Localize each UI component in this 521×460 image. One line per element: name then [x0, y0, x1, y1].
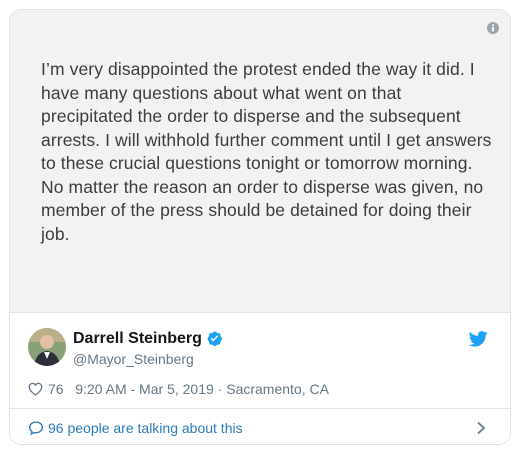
speech-bubble-icon — [28, 421, 44, 436]
avatar[interactable] — [28, 328, 66, 366]
like-count[interactable]: 76 — [48, 381, 64, 397]
tweet-text: I’m very disappointed the protest ended … — [41, 59, 492, 244]
verified-badge-icon — [207, 331, 222, 347]
tweet-card[interactable]: I’m very disappointed the protest ended … — [9, 9, 511, 445]
tweet-meta: 76 9:20 AM - Mar 5, 2019 · Sacramento, C… — [28, 381, 329, 397]
talking-count-link[interactable]: 96 people are talking about this — [48, 420, 243, 436]
chevron-right-icon[interactable] — [476, 421, 486, 435]
heart-icon[interactable] — [28, 382, 43, 396]
author-name[interactable]: Darrell Steinberg — [73, 330, 202, 348]
meta-separator: · — [213, 381, 227, 397]
twitter-bird-icon[interactable] — [469, 331, 488, 347]
conversation-link[interactable]: 96 people are talking about this — [10, 409, 510, 444]
timestamp[interactable]: 9:20 AM - Mar 5, 2019 — [75, 381, 214, 397]
author-handle[interactable]: @Mayor_Steinberg — [73, 351, 194, 367]
location[interactable]: Sacramento, CA — [226, 381, 329, 397]
info-icon[interactable] — [486, 21, 500, 35]
tweet-text-panel: I’m very disappointed the protest ended … — [10, 10, 510, 313]
